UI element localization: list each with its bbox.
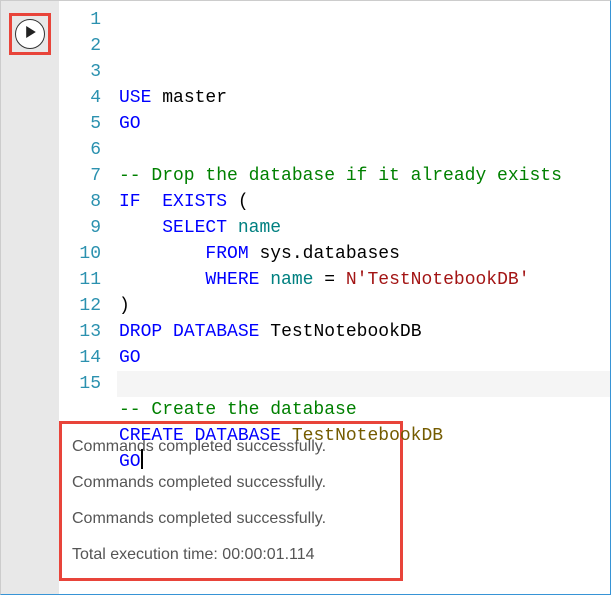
line-number: 9 — [59, 215, 101, 241]
line-number: 5 — [59, 111, 101, 137]
run-button-highlight — [9, 13, 51, 55]
code-line[interactable]: GO — [119, 111, 610, 137]
line-number: 15 — [59, 371, 101, 397]
code-lines[interactable]: USE masterGO -- Drop the database if it … — [119, 7, 610, 403]
line-number: 7 — [59, 163, 101, 189]
code-editor[interactable]: 123456789101112131415 USE masterGO -- Dr… — [59, 1, 610, 403]
line-number: 10 — [59, 241, 101, 267]
cell-gutter — [1, 1, 59, 594]
code-line[interactable]: SELECT name — [119, 215, 610, 241]
output-message: Commands completed successfully. — [72, 510, 390, 528]
cell-content: 123456789101112131415 USE masterGO -- Dr… — [59, 1, 610, 594]
code-line[interactable] — [119, 371, 610, 397]
run-button[interactable] — [15, 19, 45, 49]
code-line[interactable]: GO — [119, 345, 610, 371]
line-number: 1 — [59, 7, 101, 33]
code-line[interactable]: -- Create the database — [119, 397, 610, 423]
line-number: 4 — [59, 85, 101, 111]
code-line[interactable]: ) — [119, 293, 610, 319]
code-line[interactable]: USE master — [119, 85, 610, 111]
line-number: 11 — [59, 267, 101, 293]
output-message: Commands completed successfully. — [72, 474, 390, 492]
text-caret — [141, 449, 143, 469]
line-number: 14 — [59, 345, 101, 371]
code-line[interactable]: GO — [119, 449, 610, 475]
code-line[interactable]: IF EXISTS ( — [119, 189, 610, 215]
line-number: 13 — [59, 319, 101, 345]
line-number: 8 — [59, 189, 101, 215]
code-line[interactable]: CREATE DATABASE TestNotebookDB — [119, 423, 610, 449]
code-line[interactable]: -- Drop the database if it already exist… — [119, 163, 610, 189]
line-number-gutter: 123456789101112131415 — [59, 7, 119, 403]
notebook-cell: 123456789101112131415 USE masterGO -- Dr… — [1, 1, 610, 594]
play-icon — [23, 25, 37, 43]
code-line[interactable]: WHERE name = N'TestNotebookDB' — [119, 267, 610, 293]
code-line[interactable] — [119, 137, 610, 163]
line-number: 12 — [59, 293, 101, 319]
code-line[interactable]: DROP DATABASE TestNotebookDB — [119, 319, 610, 345]
line-number: 3 — [59, 59, 101, 85]
output-message: Total execution time: 00:00:01.114 — [72, 546, 390, 564]
line-number: 6 — [59, 137, 101, 163]
code-line[interactable]: FROM sys.databases — [119, 241, 610, 267]
line-number: 2 — [59, 33, 101, 59]
